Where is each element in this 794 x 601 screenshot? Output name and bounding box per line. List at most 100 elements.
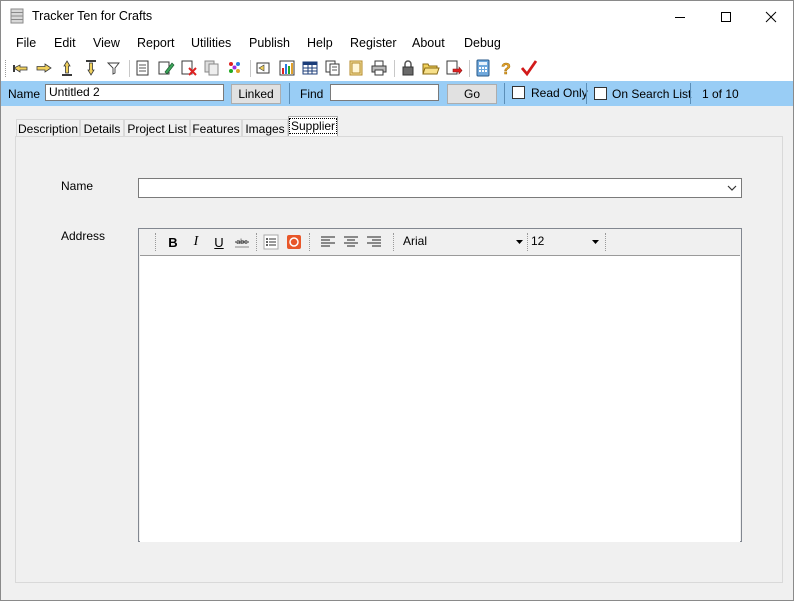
- lock-icon[interactable]: [399, 59, 417, 77]
- caret-down-icon: [516, 240, 523, 244]
- name-label: Name: [8, 87, 41, 101]
- menu-register[interactable]: Register: [350, 36, 397, 50]
- minimize-button[interactable]: [657, 1, 703, 32]
- toolbar-separator: [129, 60, 130, 77]
- go-button[interactable]: Go: [447, 84, 497, 104]
- previous-record-icon[interactable]: [35, 59, 53, 77]
- align-left-button[interactable]: [319, 233, 337, 251]
- toolbar-grip[interactable]: [5, 60, 8, 77]
- next-record-icon[interactable]: [58, 59, 76, 77]
- supplier-address-label: Address: [61, 229, 106, 243]
- calculator-icon[interactable]: [474, 59, 492, 77]
- menu-help[interactable]: Help: [307, 36, 333, 50]
- searchbar-separator: [690, 83, 691, 104]
- color-button[interactable]: [285, 233, 303, 251]
- align-center-button[interactable]: [342, 233, 360, 251]
- on-search-list-checkbox[interactable]: [594, 87, 607, 100]
- chart-icon[interactable]: [278, 59, 296, 77]
- app-window: Tracker Ten for Crafts File Edit View Re…: [0, 0, 794, 601]
- searchbar-separator: [586, 83, 587, 104]
- strikethrough-button[interactable]: abc: [233, 233, 251, 251]
- color-palette-icon: [287, 235, 301, 249]
- image-icon[interactable]: [347, 59, 365, 77]
- main-toolbar: ?: [1, 56, 793, 81]
- on-search-list-label: On Search List: [612, 87, 692, 101]
- sort-icon[interactable]: [255, 59, 273, 77]
- new-record-icon[interactable]: [134, 59, 152, 77]
- menu-file[interactable]: File: [16, 36, 36, 50]
- title-bar: Tracker Ten for Crafts: [1, 1, 793, 32]
- italic-button[interactable]: I: [187, 233, 205, 251]
- align-right-icon: [367, 236, 381, 247]
- menu-publish[interactable]: Publish: [249, 36, 290, 50]
- read-only-checkbox[interactable]: [512, 86, 525, 99]
- tab-features[interactable]: Features: [190, 119, 242, 137]
- toolbar-separator: [394, 60, 395, 77]
- strikethrough-icon: abc: [235, 239, 249, 248]
- copy-record-icon[interactable]: [203, 59, 221, 77]
- close-button[interactable]: [748, 1, 793, 32]
- find-icon[interactable]: [226, 59, 244, 77]
- underline-button[interactable]: U: [210, 233, 228, 251]
- print-icon[interactable]: [370, 59, 388, 77]
- editor-toolbar: B I U abc Arial: [139, 229, 741, 254]
- last-record-icon[interactable]: [82, 59, 100, 77]
- tab-supplier-label: Supplier: [289, 118, 338, 134]
- supplier-name-combobox[interactable]: [138, 178, 742, 198]
- grid-view-icon[interactable]: [301, 59, 319, 77]
- editor-toolbar-grip[interactable]: [155, 233, 157, 251]
- record-name-input[interactable]: Untitled 2: [45, 84, 224, 101]
- help-icon[interactable]: ?: [497, 59, 515, 79]
- address-rich-text-editor: B I U abc Arial: [138, 228, 742, 542]
- maximize-button[interactable]: [703, 1, 749, 32]
- tab-project-list[interactable]: Project List: [124, 119, 190, 137]
- open-folder-icon[interactable]: [422, 59, 440, 77]
- minimize-icon: [675, 16, 685, 18]
- read-only-label: Read Only: [531, 86, 588, 100]
- menu-about[interactable]: About: [412, 36, 445, 50]
- bullet-list-icon: [263, 234, 279, 250]
- font-family-value: Arial: [403, 234, 428, 248]
- menu-view[interactable]: View: [93, 36, 120, 50]
- font-size-select[interactable]: 12: [531, 232, 601, 251]
- searchbar-separator: [289, 83, 290, 104]
- toolbar-separator: [469, 60, 470, 77]
- editor-separator: [605, 233, 607, 251]
- address-text-area[interactable]: [140, 255, 740, 542]
- align-center-icon: [344, 236, 358, 247]
- first-record-icon[interactable]: [12, 59, 30, 77]
- searchbar-separator: [504, 83, 505, 104]
- align-right-button[interactable]: [365, 233, 383, 251]
- editor-separator: [256, 233, 258, 251]
- linked-button[interactable]: Linked: [231, 84, 281, 104]
- edit-record-icon[interactable]: [157, 59, 175, 77]
- tab-description[interactable]: Description: [16, 119, 80, 137]
- filter-icon[interactable]: [105, 59, 123, 77]
- svg-text:?: ?: [501, 61, 511, 77]
- menu-bar: File Edit View Report Utilities Publish …: [1, 32, 793, 56]
- checkmark-icon[interactable]: [520, 59, 538, 77]
- menu-edit[interactable]: Edit: [54, 36, 76, 50]
- supplier-name-label: Name: [61, 179, 94, 193]
- maximize-icon: [721, 11, 731, 22]
- export-icon[interactable]: [445, 59, 463, 77]
- tab-details[interactable]: Details: [80, 119, 124, 137]
- font-family-select[interactable]: Arial: [403, 232, 525, 251]
- editor-separator: [527, 233, 529, 251]
- toolbar-separator: [250, 60, 251, 77]
- bullet-list-button[interactable]: [262, 233, 280, 251]
- bold-button[interactable]: B: [164, 233, 182, 251]
- editor-separator: [393, 233, 395, 251]
- close-icon: [765, 11, 777, 22]
- delete-record-icon[interactable]: [180, 59, 198, 77]
- tab-images[interactable]: Images: [242, 119, 288, 137]
- find-input[interactable]: [330, 84, 439, 101]
- tab-supplier[interactable]: Supplier: [288, 116, 338, 137]
- align-left-icon: [321, 236, 335, 247]
- chevron-down-icon: [727, 185, 737, 191]
- menu-debug[interactable]: Debug: [464, 36, 501, 50]
- find-label: Find: [300, 87, 324, 101]
- menu-utilities[interactable]: Utilities: [191, 36, 231, 50]
- duplicate-icon[interactable]: [324, 59, 342, 77]
- menu-report[interactable]: Report: [137, 36, 175, 50]
